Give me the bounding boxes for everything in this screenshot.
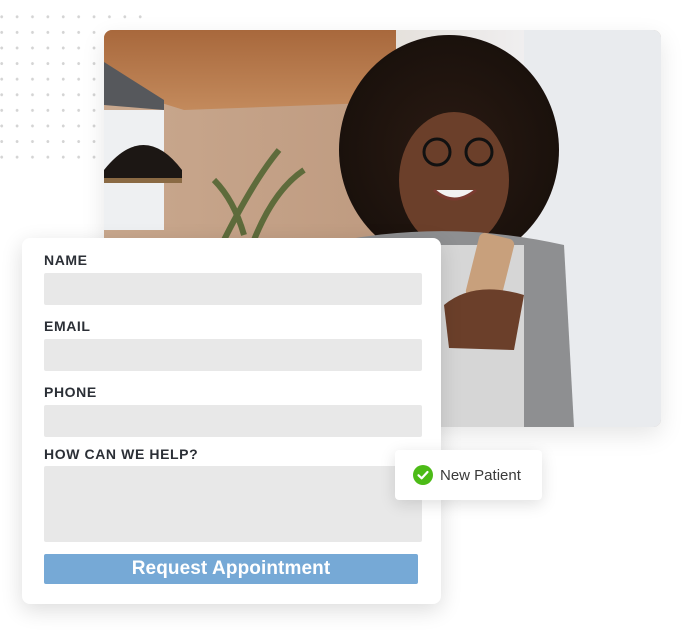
phone-label: PHONE	[44, 384, 97, 400]
badge-label: New Patient	[440, 466, 521, 484]
check-circle-icon	[413, 465, 433, 485]
request-appointment-button[interactable]: Request Appointment	[44, 554, 418, 584]
name-label: NAME	[44, 252, 88, 268]
help-label: HOW CAN WE HELP?	[44, 446, 199, 462]
appointment-form: NAME EMAIL PHONE HOW CAN WE HELP? Reques…	[22, 238, 441, 604]
email-label: EMAIL	[44, 318, 91, 334]
help-textarea[interactable]	[44, 466, 422, 542]
new-patient-badge: New Patient	[395, 450, 542, 500]
email-input[interactable]	[44, 339, 422, 371]
name-input[interactable]	[44, 273, 422, 305]
phone-input[interactable]	[44, 405, 422, 437]
